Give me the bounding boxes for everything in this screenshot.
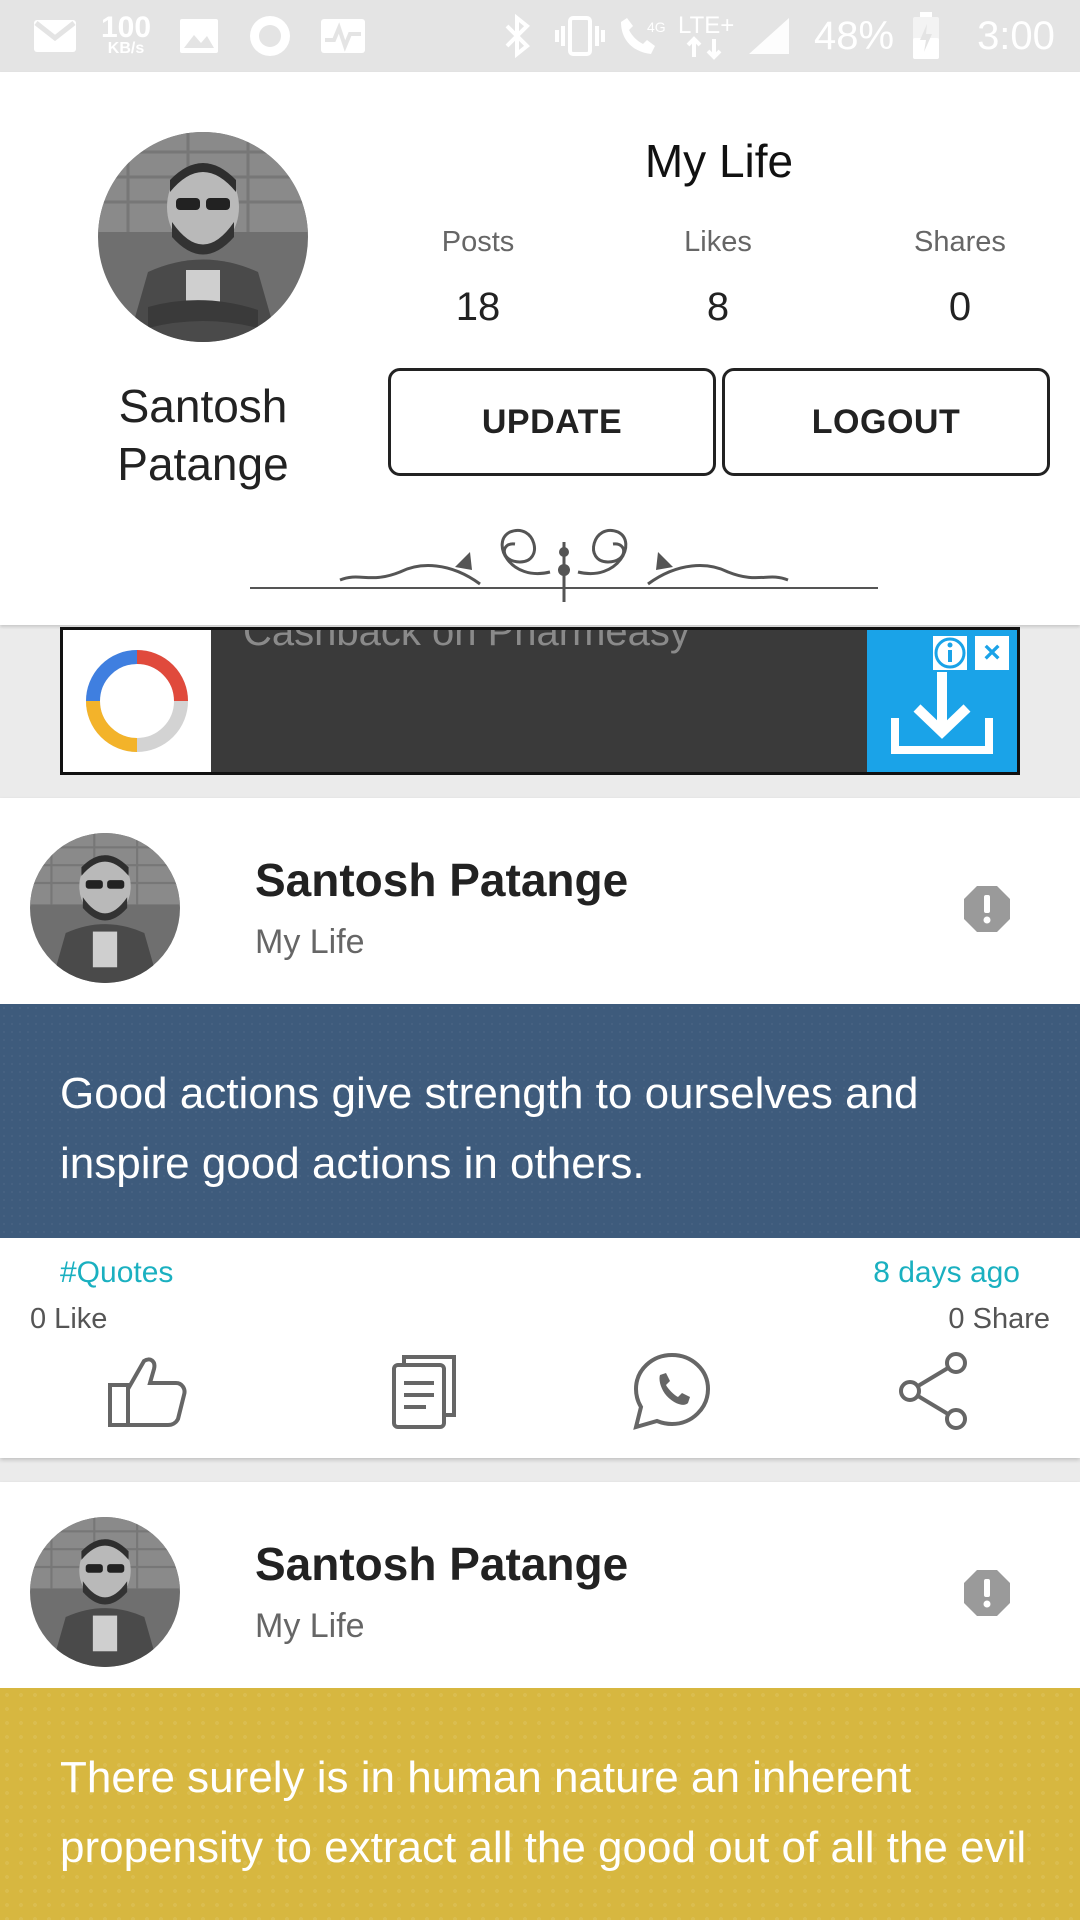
lte-icon: LTE+ [676, 0, 742, 72]
ad-text: Cashback on Pharmeasy [243, 627, 690, 654]
post-tag[interactable]: #Quotes [60, 1256, 173, 1290]
stat-likes: Likes 8 [684, 226, 752, 329]
update-button[interactable]: UPDATE [388, 368, 716, 476]
like-icon[interactable] [104, 1351, 188, 1431]
vibrate-icon [552, 0, 608, 72]
post-card: Santosh Patange My Life There surely is … [0, 1482, 1080, 1920]
report-icon[interactable] [962, 884, 1012, 934]
post-avatar[interactable] [30, 833, 180, 983]
post-author[interactable]: Santosh Patange [255, 853, 628, 907]
signal-icon [744, 0, 794, 72]
quote-box[interactable]: There surely is in human nature an inher… [0, 1688, 1080, 1920]
post-category: My Life [255, 1607, 365, 1645]
post-card: Santosh Patange My Life Good actions giv… [0, 798, 1080, 1458]
record-icon [245, 0, 295, 72]
svg-text:4G: 4G [647, 19, 666, 35]
quote-box[interactable]: Good actions give strength to ourselves … [0, 1004, 1080, 1238]
ad-info-icon[interactable] [931, 634, 969, 672]
activity-icon [318, 0, 368, 72]
bluetooth-icon [496, 0, 540, 72]
stat-shares: Shares 0 [914, 226, 1006, 329]
user-name: Santosh Patange [117, 380, 289, 490]
post-time: 8 days ago [873, 1256, 1020, 1289]
post-avatar[interactable] [30, 1517, 180, 1667]
profile-header: Santosh Patange My Life Posts 18 Likes 8… [0, 72, 1080, 625]
network-speed: 100 KB/s [100, 11, 152, 57]
share-icon[interactable] [894, 1351, 978, 1431]
status-bar: 100 KB/s 4G LTE+ 48% 3:00 [0, 0, 1080, 72]
copy-icon[interactable] [382, 1351, 466, 1431]
volte-call-icon: 4G [614, 0, 670, 72]
whatsapp-icon[interactable] [630, 1351, 714, 1431]
svg-text:LTE+: LTE+ [678, 12, 734, 39]
quote-text: Good actions give strength to ourselves … [60, 1069, 919, 1188]
logout-button[interactable]: LOGOUT [722, 368, 1050, 476]
like-count: 0 Like [30, 1303, 108, 1335]
battery-icon [908, 0, 944, 72]
battery-percent: 48% [813, 13, 895, 58]
profile-avatar[interactable] [98, 132, 308, 342]
ad-close-icon[interactable]: × [973, 634, 1011, 672]
share-count: 0 Share [948, 1303, 1050, 1335]
stat-posts: Posts 18 [441, 226, 515, 329]
ornament-divider [250, 528, 878, 602]
profile-title: My Life [644, 135, 794, 187]
post-author[interactable]: Santosh Patange [255, 1537, 628, 1591]
image-icon [176, 0, 222, 72]
report-icon[interactable] [962, 1568, 1012, 1618]
clock: 3:00 [977, 13, 1055, 58]
gmail-icon [30, 0, 80, 72]
ad-logo-icon [63, 630, 211, 772]
ad-banner[interactable]: Cashback on Pharmeasy × [60, 627, 1020, 775]
post-category: My Life [255, 923, 365, 961]
quote-text: There surely is in human nature an inher… [60, 1753, 1027, 1872]
